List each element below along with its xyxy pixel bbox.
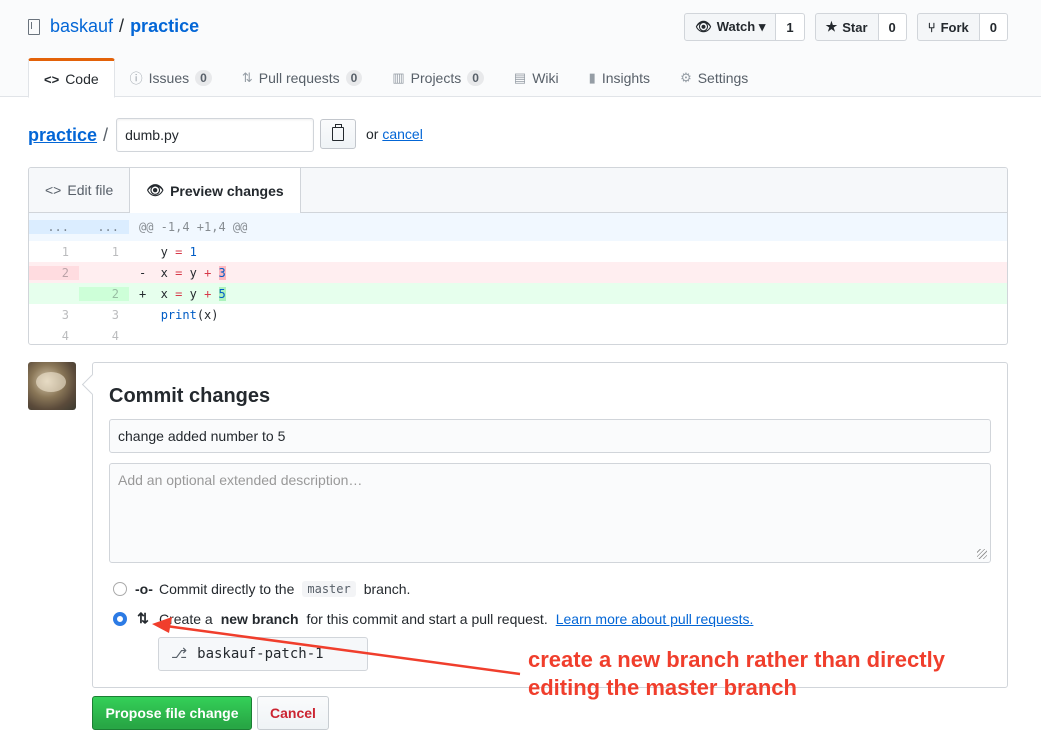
annotation-arrow bbox=[152, 617, 521, 676]
arrow-head-icon bbox=[152, 617, 172, 633]
annotation-line: create a new branch rather than directly bbox=[528, 647, 945, 672]
annotation-line: editing the master branch bbox=[528, 675, 797, 700]
arrow-line bbox=[165, 624, 521, 676]
annotation-text: create a new branch rather than directly… bbox=[528, 646, 998, 702]
